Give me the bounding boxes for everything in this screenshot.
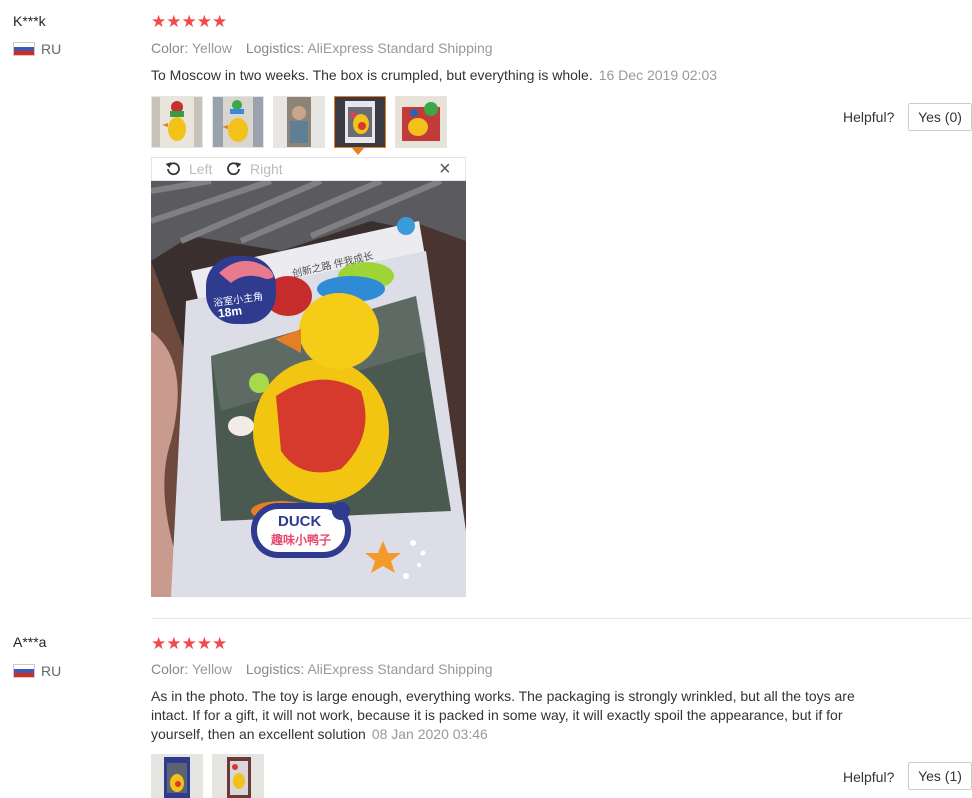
logistics-label: Logistics: — [245, 661, 305, 677]
review-photo-large: 浴室小主角 18m 创新之路 伴我成长 DUCK 趣味小鸭子 — [151, 181, 466, 597]
review-divider — [151, 618, 972, 619]
reviewer-country: RU — [13, 663, 61, 679]
review-meta: Color: Yellow Logistics: AliExpress Stan… — [151, 661, 493, 677]
reviewer-name: A***a — [13, 634, 47, 650]
review-body-line: yourself, then an excellent solution — [151, 726, 366, 742]
review-photo-thumb[interactable] — [395, 96, 447, 148]
logistics-label: Logistics: — [245, 40, 305, 56]
rotate-left-button[interactable]: Left — [164, 160, 212, 178]
close-icon[interactable]: × — [439, 158, 451, 180]
reviewer-country: RU — [13, 41, 61, 57]
review-photo-thumb-active[interactable] — [334, 96, 386, 148]
rotate-left-label: Left — [189, 161, 213, 177]
active-thumb-pointer — [352, 148, 364, 155]
rating-stars: ★★★★★ — [151, 12, 228, 31]
review-photo-thumb[interactable] — [273, 96, 325, 148]
color-value: Yellow — [192, 661, 232, 677]
review-text: To Moscow in two weeks. The box is crump… — [151, 66, 717, 85]
reviewer-name: K***k — [13, 13, 46, 29]
rotate-left-icon — [165, 162, 180, 176]
rotate-right-icon — [227, 162, 242, 176]
helpful-label: Helpful? — [843, 109, 895, 125]
helpful-yes-button[interactable]: Yes (1) — [908, 762, 972, 790]
country-code: RU — [41, 41, 62, 57]
review-text: As in the photo. The toy is large enough… — [151, 687, 951, 744]
review-date: 16 Dec 2019 02:03 — [598, 67, 718, 83]
review-body: To Moscow in two weeks. The box is crump… — [151, 67, 593, 83]
review-photo-thumb[interactable] — [151, 96, 203, 148]
review-date: 08 Jan 2020 03:46 — [371, 726, 488, 742]
review-photo-thumb[interactable] — [151, 754, 203, 798]
review-photo-thumb[interactable] — [212, 754, 264, 798]
rating-stars: ★★★★★ — [151, 634, 228, 653]
review-body-line: As in the photo. The toy is large enough… — [151, 688, 855, 704]
review-photo-thumb[interactable] — [212, 96, 264, 148]
package-subtitle: 趣味小鸭子 — [271, 533, 332, 547]
logistics-value: AliExpress Standard Shipping — [307, 40, 493, 56]
color-value: Yellow — [192, 40, 232, 56]
helpful-yes-button[interactable]: Yes (0) — [908, 103, 972, 131]
rotate-right-label: Right — [250, 161, 283, 177]
flag-ru-icon — [13, 42, 35, 56]
photo-viewer-toolbar: Left Right × — [151, 157, 466, 181]
review-body-line: intact. If for a gift, it will not work,… — [151, 707, 843, 723]
color-label: Color: — [151, 661, 189, 677]
country-code: RU — [41, 663, 62, 679]
flag-ru-icon — [13, 664, 35, 678]
color-label: Color: — [151, 40, 189, 56]
package-brand: DUCK — [278, 513, 322, 530]
rotate-right-button[interactable]: Right — [225, 160, 283, 178]
review-meta: Color: Yellow Logistics: AliExpress Stan… — [151, 40, 493, 56]
logistics-value: AliExpress Standard Shipping — [307, 661, 493, 677]
helpful-label: Helpful? — [843, 769, 895, 785]
